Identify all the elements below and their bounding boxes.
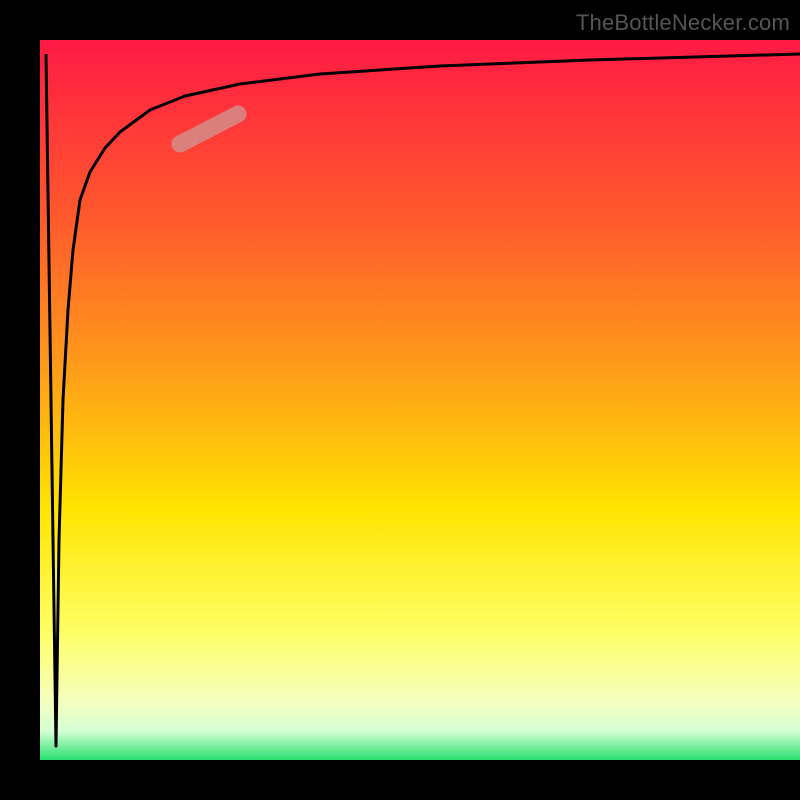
bottleneck-curve — [46, 54, 800, 746]
highlight-segment — [180, 114, 238, 144]
watermark-text: TheBottleNecker.com — [576, 10, 790, 36]
curve-layer — [40, 40, 800, 760]
plot-area — [40, 40, 800, 760]
chart-container: TheBottleNecker.com — [0, 0, 800, 800]
